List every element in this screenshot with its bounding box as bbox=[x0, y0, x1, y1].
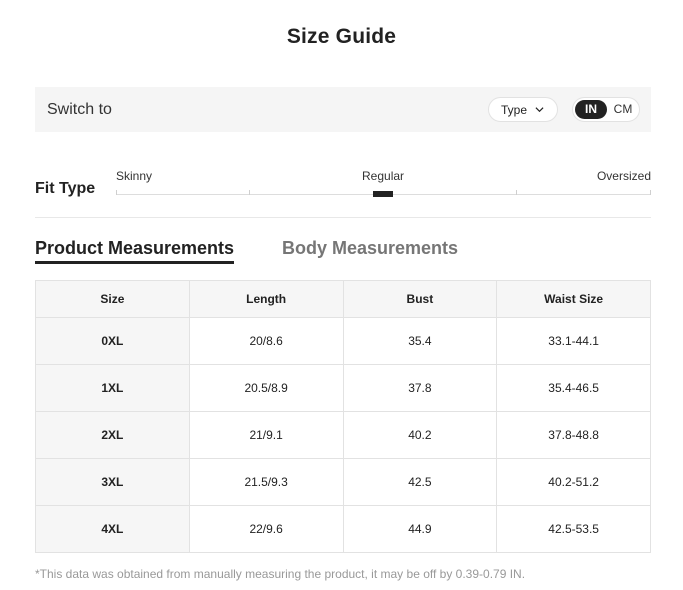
size-cell: 2XL bbox=[35, 411, 190, 459]
column-header-size: Size bbox=[35, 280, 190, 318]
measurement-footnote: *This data was obtained from manually me… bbox=[35, 567, 526, 581]
table-row: 1XL 20.5/8.9 37.8 35.4-46.5 bbox=[35, 364, 651, 412]
bust-cell: 40.2 bbox=[342, 411, 498, 459]
section-divider bbox=[35, 217, 651, 218]
fit-option-oversized: Oversized bbox=[596, 169, 651, 183]
active-tab-underline bbox=[35, 261, 234, 264]
type-dropdown-label: Type bbox=[501, 103, 528, 117]
bust-cell: 35.4 bbox=[342, 317, 498, 365]
waist-size-cell: 35.4-46.5 bbox=[496, 364, 651, 412]
bust-cell: 44.9 bbox=[342, 505, 498, 553]
size-table: Size Length Bust Waist Size 0XL 20/8.6 3… bbox=[35, 280, 651, 553]
waist-size-cell: 42.5-53.5 bbox=[496, 505, 651, 553]
chevron-down-icon bbox=[535, 107, 544, 113]
fit-scale-notch bbox=[516, 190, 517, 195]
switch-to-label: Switch to bbox=[47, 101, 112, 118]
unit-toggle: IN CM bbox=[572, 97, 640, 122]
fit-option-regular: Regular bbox=[362, 169, 405, 183]
fit-type-label: Fit Type bbox=[35, 180, 96, 197]
column-header-bust: Bust bbox=[342, 280, 498, 318]
table-row: 4XL 22/9.6 44.9 42.5-53.5 bbox=[35, 505, 651, 553]
column-header-length: Length bbox=[188, 280, 344, 318]
unit-switch-bar: Switch to Type IN CM bbox=[35, 87, 651, 132]
length-cell: 22/9.6 bbox=[188, 505, 344, 553]
size-cell: 3XL bbox=[35, 458, 190, 506]
fit-scale-notch bbox=[249, 190, 250, 195]
waist-size-cell: 37.8-48.8 bbox=[496, 411, 651, 459]
page-title: Size Guide bbox=[286, 25, 397, 48]
fit-scale-notch bbox=[116, 190, 117, 195]
table-row: 2XL 21/9.1 40.2 37.8-48.8 bbox=[35, 411, 651, 459]
column-header-waist-size: Waist Size bbox=[496, 280, 651, 318]
bust-cell: 37.8 bbox=[342, 364, 498, 412]
tab-body-measurements[interactable]: Body Measurements bbox=[282, 238, 458, 259]
table-header-row: Size Length Bust Waist Size bbox=[35, 280, 651, 318]
size-cell: 4XL bbox=[35, 505, 190, 553]
fit-type-selected-marker bbox=[373, 191, 393, 197]
type-dropdown[interactable]: Type bbox=[488, 97, 558, 122]
size-cell: 0XL bbox=[35, 317, 190, 365]
length-cell: 20.5/8.9 bbox=[188, 364, 344, 412]
fit-scale-notch bbox=[650, 190, 651, 195]
length-cell: 21/9.1 bbox=[188, 411, 344, 459]
fit-option-skinny: Skinny bbox=[116, 169, 153, 183]
waist-size-cell: 33.1-44.1 bbox=[496, 317, 651, 365]
unit-in-button[interactable]: IN bbox=[575, 100, 607, 119]
length-cell: 20/8.6 bbox=[188, 317, 344, 365]
table-row: 3XL 21.5/9.3 42.5 40.2-51.2 bbox=[35, 458, 651, 506]
table-row: 0XL 20/8.6 35.4 33.1-44.1 bbox=[35, 317, 651, 365]
tab-product-measurements[interactable]: Product Measurements bbox=[35, 238, 234, 259]
size-cell: 1XL bbox=[35, 364, 190, 412]
unit-cm-button[interactable]: CM bbox=[609, 100, 637, 119]
length-cell: 21.5/9.3 bbox=[188, 458, 344, 506]
waist-size-cell: 40.2-51.2 bbox=[496, 458, 651, 506]
bust-cell: 42.5 bbox=[342, 458, 498, 506]
